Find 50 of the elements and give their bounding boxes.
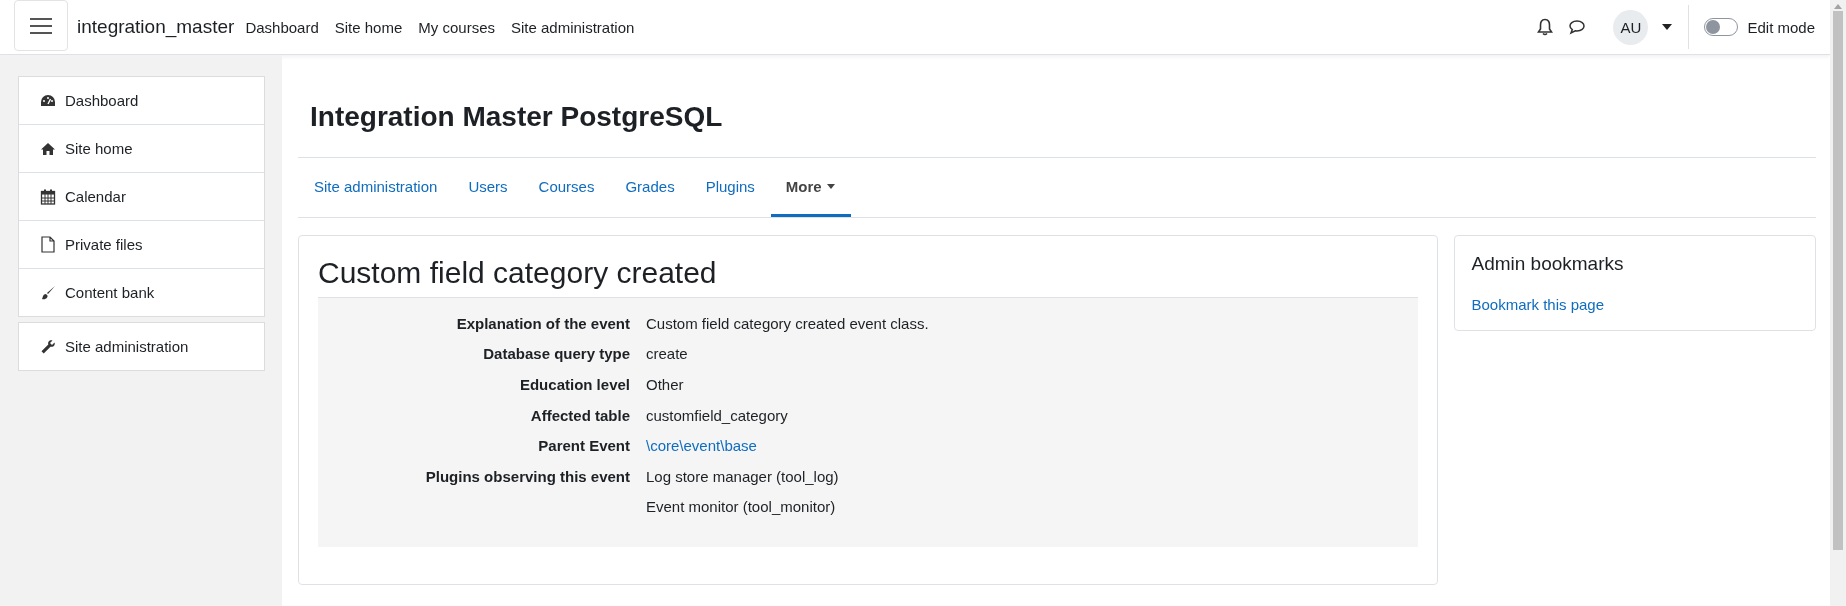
nav-tab[interactable]: Courses bbox=[523, 158, 611, 217]
field-value: create bbox=[646, 345, 688, 363]
wrench-icon bbox=[40, 338, 56, 355]
field-label: Education level bbox=[519, 376, 630, 393]
nav-tab[interactable]: Plugins bbox=[690, 158, 771, 217]
field-label: Parent Event bbox=[538, 437, 630, 455]
menu-icon bbox=[30, 17, 52, 34]
field-value: Custom field category created event class. bbox=[646, 314, 929, 332]
nav-link[interactable]: Dashboard bbox=[245, 18, 319, 36]
nav-tab[interactable]: Users bbox=[453, 158, 524, 217]
field-value: Event monitor (tool_monitor) bbox=[646, 498, 836, 516]
user-avatar[interactable]: AU bbox=[1613, 9, 1649, 45]
nav-link[interactable]: My courses bbox=[418, 18, 495, 36]
field-value: Other bbox=[646, 376, 684, 393]
field-label: Explanation of the event bbox=[456, 314, 630, 332]
menu-button[interactable] bbox=[14, 0, 68, 51]
event-title: Custom field category created bbox=[318, 256, 718, 290]
block-title: Admin bookmarks bbox=[1471, 253, 1625, 275]
message-bubble-icon[interactable] bbox=[1568, 19, 1587, 35]
sidebar-item[interactable]: Dashboard bbox=[19, 77, 264, 124]
nav-tab[interactable]: More bbox=[770, 158, 851, 217]
notification-bell-icon[interactable] bbox=[1537, 18, 1554, 36]
field-label: Affected table bbox=[530, 406, 630, 424]
house-icon bbox=[40, 141, 56, 156]
nav-tab[interactable]: Site administration bbox=[299, 158, 454, 217]
paintbrush-icon bbox=[40, 284, 56, 301]
document-icon bbox=[40, 236, 56, 253]
field-label: Database query type bbox=[483, 345, 630, 363]
site-name[interactable]: integration_master bbox=[77, 16, 235, 38]
parent-event-link[interactable]: \core\event\base bbox=[646, 437, 757, 455]
page-title: Integration Master PostgreSQL bbox=[309, 100, 724, 134]
sidebar-item[interactable]: Content bank bbox=[19, 268, 264, 316]
sidebar-item[interactable]: Site administration bbox=[19, 323, 264, 370]
scroll-thumb[interactable] bbox=[1833, 11, 1843, 550]
edit-mode-toggle[interactable] bbox=[1704, 18, 1739, 36]
sidebar-item[interactable]: Site home bbox=[19, 124, 264, 172]
scrollbar[interactable] bbox=[1830, 0, 1846, 606]
field-value: Log store manager (tool_log) bbox=[646, 467, 839, 485]
field-value: customfield_category bbox=[646, 406, 788, 424]
calendar-icon bbox=[40, 188, 56, 205]
nav-link[interactable]: Site home bbox=[334, 18, 403, 36]
nav-link[interactable]: Site administration bbox=[511, 18, 635, 36]
nav-tab[interactable]: Grades bbox=[610, 158, 691, 217]
field-label: Plugins observing this event bbox=[425, 467, 630, 485]
gauge-icon bbox=[40, 93, 56, 108]
sidebar-item[interactable]: Private files bbox=[19, 220, 264, 268]
sidebar-item[interactable]: Calendar bbox=[19, 172, 264, 220]
edit-mode-label: Edit mode bbox=[1747, 18, 1815, 36]
caret-icon[interactable] bbox=[1662, 24, 1673, 30]
bookmark-link[interactable]: Bookmark this page bbox=[1471, 296, 1605, 313]
